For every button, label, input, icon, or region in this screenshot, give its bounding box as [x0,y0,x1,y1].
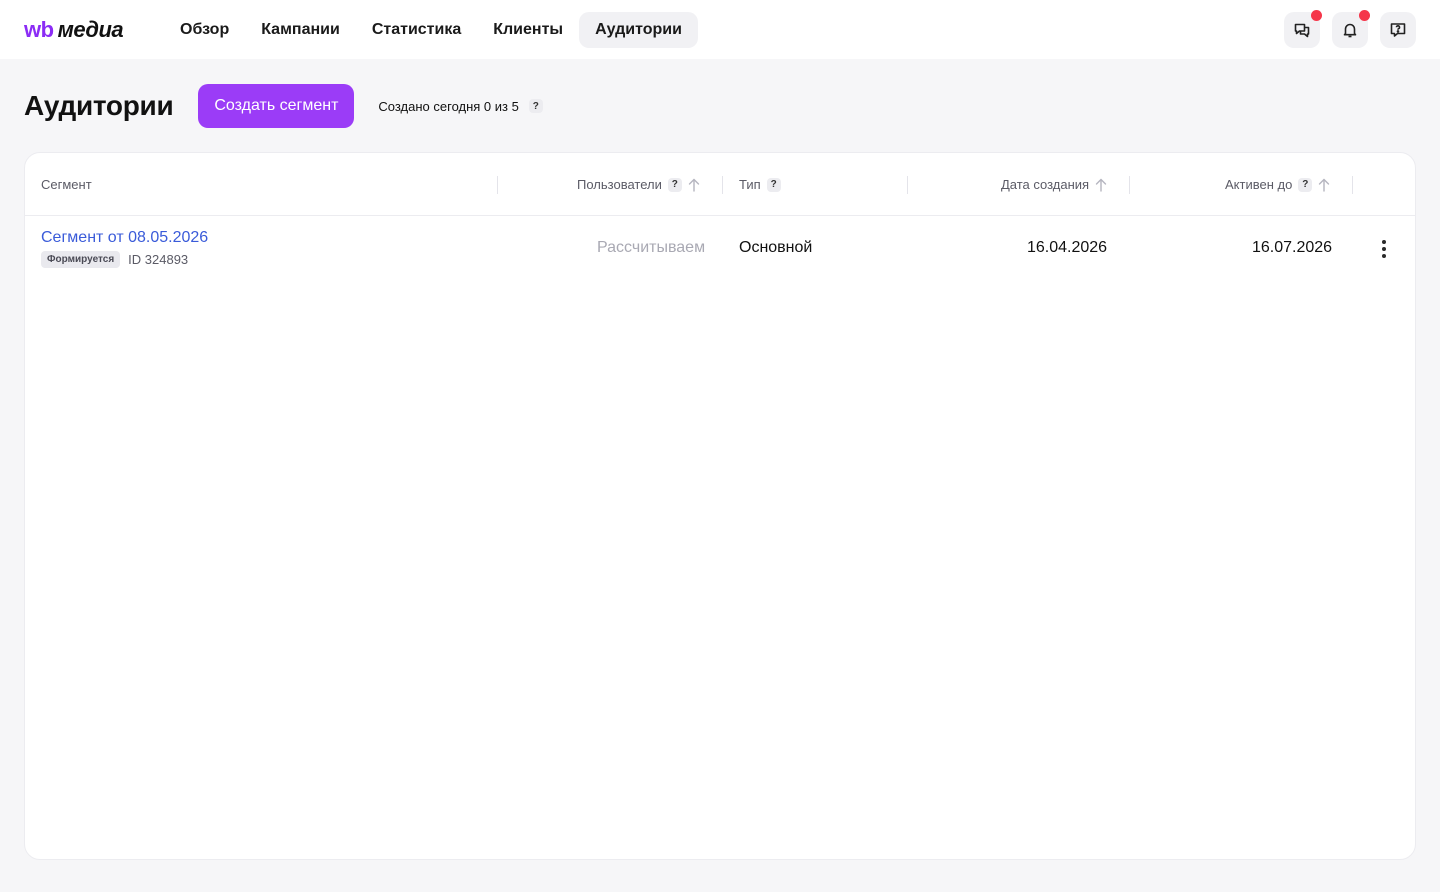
kebab-dot [1382,254,1386,258]
nav-item-overview[interactable]: Обзор [164,12,245,48]
help-question-icon[interactable]: ? [766,177,781,192]
type-cell: Основной [739,239,813,256]
column-label: Дата создания [1001,177,1090,192]
help-button[interactable] [1380,11,1416,48]
main-nav: Обзор Кампании Статистика Клиенты Аудито… [164,11,698,48]
page-title: Аудитории [24,90,174,121]
segment-id: ID 324893 [128,252,189,267]
row-menu-button[interactable] [1375,237,1393,261]
segments-table: Сегмент Пользователи ? Тип ? Дата создан… [24,152,1416,860]
kebab-dot [1382,240,1386,244]
help-question-icon[interactable]: ? [667,177,682,192]
chat-button[interactable] [1284,9,1322,48]
create-segment-button[interactable]: Создать сегмент [198,84,355,128]
sort-arrow-icon[interactable] [688,178,700,192]
notification-dot [1311,9,1322,21]
sort-arrow-icon[interactable] [1095,178,1107,192]
column-divider [722,176,723,194]
created-today-text: Создано сегодня 0 из 5 [378,98,519,114]
column-divider [497,176,498,194]
notifications-button[interactable] [1332,9,1370,48]
column-label: Активен до [1225,177,1293,192]
column-header-users[interactable]: Пользователи ? [577,153,700,216]
created-date-cell: 16.04.2026 [1027,239,1108,256]
logo-media: медиа [57,16,124,42]
nav-item-clients[interactable]: Клиенты [477,12,579,48]
logo[interactable]: wb медиа [24,17,164,43]
help-icon [1390,22,1406,37]
nav-item-campaigns[interactable]: Кампании [245,12,356,48]
users-cell: Рассчитываем [597,239,706,256]
column-divider [1352,176,1353,194]
status-badge: Формируется [41,251,121,268]
help-question-icon[interactable]: ? [1298,177,1313,192]
kebab-dot [1382,247,1386,251]
created-today-info: Создано сегодня 0 из 5 ? [378,98,543,114]
column-divider [1129,176,1130,194]
column-divider [907,176,908,194]
column-header-type: Тип ? [739,153,781,216]
column-header-active-until[interactable]: Активен до ? [1225,153,1330,216]
column-header-created[interactable]: Дата создания [1001,153,1107,216]
page-header: Аудитории Создать сегмент Создано сегодн… [24,84,543,128]
notification-dot [1359,9,1370,21]
chat-icon [1294,23,1310,37]
sort-arrow-icon[interactable] [1318,178,1330,192]
column-label: Пользователи [577,177,662,192]
column-label: Сегмент [41,177,92,192]
top-bar: wb медиа Обзор Кампании Статистика Клиен… [0,0,1440,59]
bell-icon [1343,23,1357,37]
segment-meta: Формируется ID 324893 [41,251,188,268]
column-label: Тип [739,177,761,192]
table-header: Сегмент Пользователи ? Тип ? Дата создан… [25,153,1415,216]
segment-name-link[interactable]: Сегмент от 08.05.2026 [41,229,208,247]
nav-item-audiences[interactable]: Аудитории [579,11,698,48]
column-header-segment: Сегмент [41,153,92,216]
help-question-icon[interactable]: ? [528,99,543,113]
logo-wb: wb [24,16,54,42]
nav-item-statistics[interactable]: Статистика [356,12,477,48]
active-until-cell: 16.07.2026 [1252,239,1333,256]
top-actions [1284,9,1416,48]
